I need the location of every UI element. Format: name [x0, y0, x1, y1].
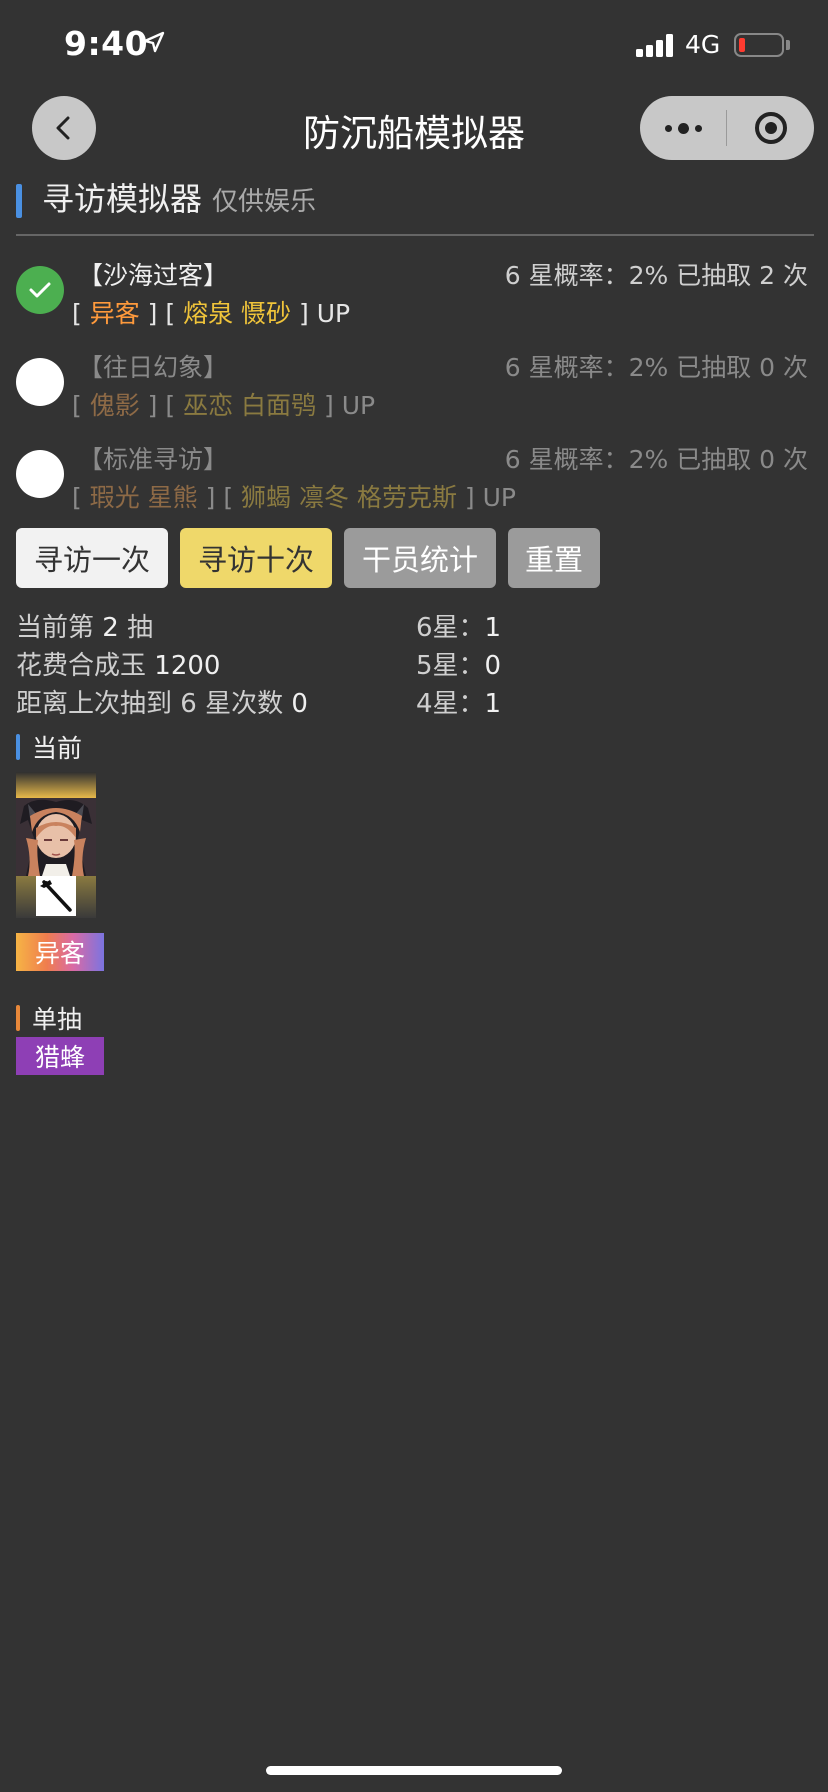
- section-header: 寻访模拟器 仅供娱乐: [16, 180, 316, 220]
- pool-rate: 6 星概率：2% 已抽取 0 次: [504, 353, 808, 382]
- location-arrow-icon: [143, 31, 165, 53]
- up-operator-name: 慑砂: [233, 299, 292, 328]
- target-icon: [754, 112, 787, 144]
- single-title: 单抽: [32, 1005, 83, 1034]
- guard-class-icon: [36, 876, 76, 916]
- up-operator-name: 凛冬: [291, 483, 349, 512]
- divider: [16, 234, 814, 236]
- up-operator-name: 星熊: [139, 483, 198, 512]
- up-label: UP: [333, 391, 376, 420]
- pool-up-operators: [ 瑕光 星熊 ] [ 狮蝎 凛冬 格劳克斯 ] UP: [72, 483, 516, 512]
- more-button[interactable]: [640, 96, 726, 160]
- pool-rate: 6 星概率：2% 已抽取 0 次: [504, 445, 808, 474]
- pool-option[interactable]: 【沙海过客】 6 星概率：2% 已抽取 2 次 [ 异客 ] [ 熔泉 慑砂 ]…: [16, 256, 816, 348]
- network-type: 4G: [685, 30, 721, 59]
- current-pull-count: 当前第 2 抽: [16, 613, 154, 643]
- cost-stat: 花费合成玉 1200: [16, 651, 221, 681]
- five-star-count: 5星：0: [416, 651, 502, 681]
- pity-counter: 距离上次抽到 6 星次数 0: [16, 689, 308, 719]
- up-operator-name: 瑕光: [89, 483, 140, 512]
- pool-name: 【沙海过客】: [78, 261, 229, 290]
- section-accent-bar: [16, 184, 22, 218]
- current-header: 当前: [16, 733, 82, 763]
- up-operator-name: 白面鸮: [233, 391, 317, 420]
- pool-name: 【标准寻访】: [78, 445, 229, 474]
- operator-portrait: [16, 798, 96, 876]
- current-operator-tag: 异客: [16, 933, 104, 971]
- pull-once-button[interactable]: 寻访一次: [16, 528, 168, 588]
- section-subtitle: 仅供娱乐: [212, 187, 317, 217]
- radio-unchecked[interactable]: [16, 358, 64, 406]
- reset-button[interactable]: 重置: [508, 528, 600, 588]
- status-bar: 9:40 4G: [0, 0, 828, 92]
- up-label: UP: [308, 299, 351, 328]
- mini-program-capsule: [640, 96, 814, 160]
- up-operator-name: 异客: [89, 299, 140, 328]
- check-icon: [29, 282, 51, 298]
- pool-up-operators: [ 异客 ] [ 熔泉 慑砂 ] UP: [72, 299, 351, 328]
- up-operator-name: 格劳克斯: [349, 483, 457, 512]
- operator-stats-button[interactable]: 干员统计: [344, 528, 496, 588]
- signal-strength-icon: [636, 33, 674, 57]
- more-dots-icon: [662, 122, 705, 134]
- up-label: UP: [474, 483, 516, 512]
- action-buttons: 寻访一次 寻访十次 干员统计 重置: [16, 528, 612, 588]
- pool-name: 【往日幻象】: [78, 353, 229, 382]
- up-operator-name: 熔泉: [183, 299, 234, 328]
- pool-option[interactable]: 【往日幻象】 6 星概率：2% 已抽取 0 次 [ 傀影 ] [ 巫恋 白面鸮 …: [16, 348, 816, 440]
- pool-up-operators: [ 傀影 ] [ 巫恋 白面鸮 ] UP: [72, 391, 376, 420]
- section-title: 寻访模拟器: [42, 180, 203, 218]
- battery-icon: [734, 33, 784, 57]
- single-operator-tag: 猎蜂: [16, 1037, 104, 1075]
- status-time: 9:40: [64, 24, 149, 63]
- single-header: 单抽: [16, 1004, 82, 1034]
- up-operator-name: 傀影: [89, 391, 140, 420]
- close-mini-program-button[interactable]: [727, 96, 814, 160]
- home-indicator: [266, 1766, 562, 1775]
- pull-ten-button[interactable]: 寻访十次: [180, 528, 332, 588]
- current-title: 当前: [32, 734, 83, 763]
- radio-unchecked[interactable]: [16, 450, 64, 498]
- up-operator-name: 巫恋: [183, 391, 234, 420]
- four-star-count: 4星：1: [416, 689, 502, 719]
- pool-option[interactable]: 【标准寻访】 6 星概率：2% 已抽取 0 次 [ 瑕光 星熊 ] [ 狮蝎 凛…: [16, 440, 816, 532]
- pool-rate: 6 星概率：2% 已抽取 2 次: [504, 261, 808, 290]
- six-star-count: 6星：1: [416, 613, 502, 643]
- operator-card[interactable]: [16, 772, 96, 918]
- radio-checked[interactable]: [16, 266, 64, 314]
- up-operator-name: 狮蝎: [241, 483, 292, 512]
